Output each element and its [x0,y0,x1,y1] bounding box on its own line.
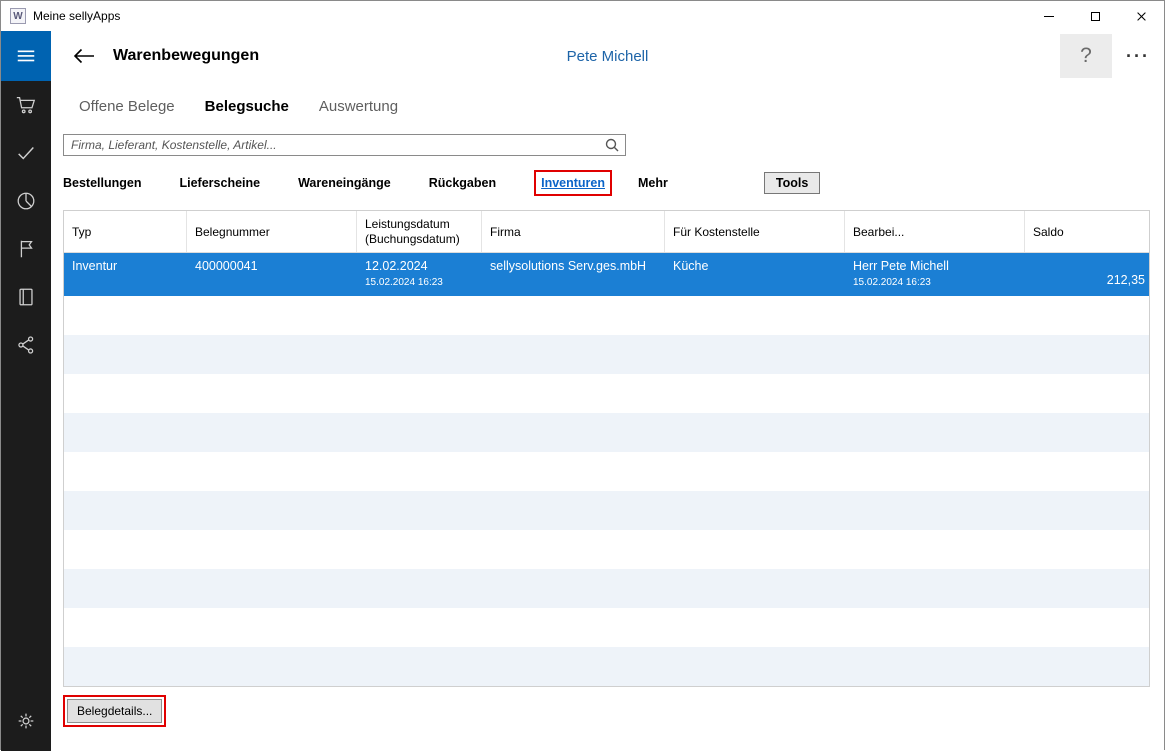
cell-bearbeitet-am: 15.02.2024 16:23 [853,277,931,288]
filter-bar: Bestellungen Lieferscheine Wareneingänge… [63,170,1164,196]
table-row-empty [64,608,1149,647]
cell-kostenstelle: Küche [673,259,709,273]
table-row-empty [64,647,1149,686]
column-header-kostenstelle[interactable]: Für Kostenstelle [665,211,845,252]
sidebar [1,31,51,751]
sidebar-item-settings[interactable] [1,697,51,745]
window-title: Meine sellyApps [33,9,121,23]
title-bar: W Meine sellyApps [1,1,1164,31]
app-logo-icon: W [10,8,26,24]
search-bar [63,134,626,156]
sidebar-item-reports[interactable] [1,177,51,225]
search-input[interactable] [63,134,626,156]
table-row-empty [64,491,1149,530]
cart-icon [16,97,36,114]
menu-icon [17,50,35,62]
flag-icon [20,240,33,258]
cell-saldo: 212,35 [1106,273,1145,287]
column-header-saldo[interactable]: Saldo [1025,211,1151,252]
tab-bar: Offene Belege Belegsuche Auswertung [79,91,1164,121]
journal-icon [19,288,33,306]
filter-inventuren[interactable]: Inventuren [541,176,605,190]
settings-gear-icon [18,713,34,729]
table-row-empty [64,296,1149,335]
table-row-empty [64,374,1149,413]
close-icon [1136,11,1147,22]
table-footer: Belegdetails... [63,695,1164,727]
filter-lieferscheine[interactable]: Lieferscheine [180,176,261,190]
app-window: W Meine sellyApps Warenbewegungen Pete M… [0,0,1165,751]
documents-table: Typ Belegnummer Leistungsdatum (Buchungs… [63,210,1150,687]
filter-rueckgaben[interactable]: Rückgaben [429,176,496,190]
minimize-icon [1044,15,1054,17]
cell-leistungsdatum: 12.02.2024 15.02.2024 16:23 [357,253,482,296]
table-row-empty [64,335,1149,374]
page-title: Warenbewegungen [113,47,260,64]
sidebar-item-journal[interactable] [1,273,51,321]
sidebar-item-cart[interactable] [1,81,51,129]
help-button[interactable]: ? [1060,34,1112,78]
table-row-empty [64,569,1149,608]
column-header-firma[interactable]: Firma [482,211,665,252]
share-icon [18,336,34,354]
tab-belegsuche[interactable]: Belegsuche [205,98,289,115]
more-button[interactable]: ··· [1112,34,1164,78]
close-button[interactable] [1118,1,1164,31]
app-body: Warenbewegungen Pete Michell ? ··· Offen… [1,31,1164,751]
table-row-empty [64,452,1149,491]
search-icon[interactable] [605,138,619,157]
cell-belegnummer: 400000041 [195,259,258,273]
maximize-button[interactable] [1072,1,1118,31]
tab-offene-belege[interactable]: Offene Belege [79,98,175,115]
cell-typ: Inventur [72,259,118,273]
filter-bestellungen[interactable]: Bestellungen [63,176,142,190]
table-header-row: Typ Belegnummer Leistungsdatum (Buchungs… [64,211,1149,253]
table-row-empty [64,413,1149,452]
header-actions: ? ··· [1060,34,1164,78]
cell-buchungsdatum: 15.02.2024 16:23 [365,277,443,288]
pie-chart-icon [17,192,35,210]
cell-bearbeiter: Herr Pete Michell 15.02.2024 16:23 [845,253,1025,296]
page-header: Warenbewegungen Pete Michell ? ··· [51,31,1164,81]
back-button[interactable] [73,48,95,64]
cell-firma: sellysolutions Serv.ges.mbH [490,259,647,273]
sidebar-item-tasks[interactable] [1,129,51,177]
hamburger-menu-button[interactable] [1,31,51,81]
annotation-highlight-belegdetails: Belegdetails... [63,695,167,727]
column-header-bearbeiter[interactable]: Bearbei... [845,211,1025,252]
column-header-typ[interactable]: Typ [64,211,187,252]
minimize-button[interactable] [1026,1,1072,31]
maximize-icon [1090,11,1100,21]
annotation-highlight-inventuren: Inventuren [534,170,612,196]
table-row-inventur[interactable]: Inventur 400000041 12.02.2024 15.02.2024… [64,253,1149,296]
window-controls [1026,1,1164,31]
column-header-leistungsdatum[interactable]: Leistungsdatum (Buchungsdatum) [357,211,482,252]
sidebar-item-share[interactable] [1,321,51,369]
arrow-left-icon [73,48,94,64]
main-content: Warenbewegungen Pete Michell ? ··· Offen… [51,31,1164,751]
check-icon [18,147,34,160]
tab-auswertung[interactable]: Auswertung [319,98,398,115]
column-header-belegnummer[interactable]: Belegnummer [187,211,357,252]
belegdetails-button[interactable]: Belegdetails... [67,699,163,723]
filter-wareneingaenge[interactable]: Wareneingänge [298,176,391,190]
sidebar-item-promotions[interactable] [1,225,51,273]
tools-button[interactable]: Tools [763,172,821,194]
table-row-empty [64,530,1149,569]
filter-mehr[interactable]: Mehr [638,176,668,190]
